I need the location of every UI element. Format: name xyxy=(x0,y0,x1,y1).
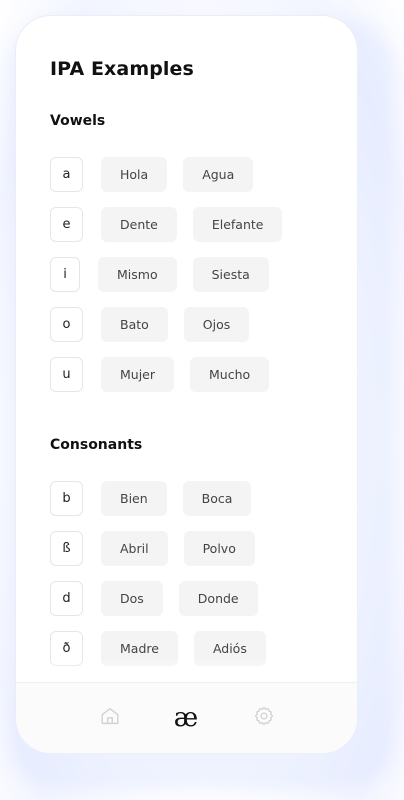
ipa-row-e: e Dente Elefante xyxy=(50,206,283,242)
example-word-chip[interactable]: Mismo xyxy=(98,256,177,292)
ipa-row-beta: ß Abril Polvo xyxy=(50,530,255,566)
tab-home[interactable] xyxy=(93,701,127,735)
example-word-chip[interactable]: Adiós xyxy=(193,630,266,666)
ipa-row-d: d Dos Donde xyxy=(50,580,258,616)
ipa-row-o: o Bato Ojos xyxy=(50,306,250,342)
example-word-chip[interactable]: Madre xyxy=(101,630,178,666)
ae-icon: æ xyxy=(173,703,199,733)
example-word-chip[interactable]: Agua xyxy=(183,156,254,192)
ipa-symbol[interactable]: d xyxy=(50,580,83,616)
ipa-symbol[interactable]: o xyxy=(50,306,83,342)
ipa-symbol[interactable]: e xyxy=(50,206,83,242)
section-title-consonants: Consonants xyxy=(50,437,143,453)
page-title: IPA Examples xyxy=(50,58,194,80)
ipa-symbol[interactable]: ß xyxy=(50,530,83,566)
ipa-row-u: u Mujer Mucho xyxy=(50,356,270,392)
ipa-row-b: b Bien Boca xyxy=(50,480,252,516)
example-word-chip[interactable]: Siesta xyxy=(192,256,269,292)
tab-ipa[interactable]: æ xyxy=(169,701,203,735)
section-title-vowels: Vowels xyxy=(50,113,106,129)
ipa-symbol[interactable]: u xyxy=(50,356,83,392)
home-icon xyxy=(99,705,121,731)
ipa-row-a: a Hola Agua xyxy=(50,156,254,192)
tab-settings[interactable] xyxy=(247,701,281,735)
ipa-symbol[interactable]: i xyxy=(50,256,80,292)
example-word-chip[interactable]: Mucho xyxy=(190,356,270,392)
example-word-chip[interactable]: Dos xyxy=(101,580,163,616)
example-word-chip[interactable]: Abril xyxy=(101,530,168,566)
example-word-chip[interactable]: Polvo xyxy=(183,530,255,566)
ipa-symbol[interactable]: ð xyxy=(50,630,83,666)
example-word-chip[interactable]: Hola xyxy=(101,156,168,192)
ipa-symbol[interactable]: b xyxy=(50,480,83,516)
example-word-chip[interactable]: Boca xyxy=(182,480,252,516)
phone-frame: IPA Examples Vowels a Hola Agua e Dente … xyxy=(15,15,358,754)
example-word-chip[interactable]: Ojos xyxy=(183,306,250,342)
example-word-chip[interactable]: Bien xyxy=(101,480,167,516)
ipa-symbol[interactable]: a xyxy=(50,156,83,192)
ipa-row-i: i Mismo Siesta xyxy=(50,256,269,292)
ipa-row-eth: ð Madre Adiós xyxy=(50,630,266,666)
example-word-chip[interactable]: Elefante xyxy=(192,206,283,242)
bottom-tab-bar: æ xyxy=(16,682,357,753)
example-word-chip[interactable]: Dente xyxy=(101,206,177,242)
example-word-chip[interactable]: Donde xyxy=(178,580,258,616)
settings-icon xyxy=(253,705,275,731)
example-word-chip[interactable]: Mujer xyxy=(101,356,175,392)
screen: IPA Examples Vowels a Hola Agua e Dente … xyxy=(0,0,404,800)
example-word-chip[interactable]: Bato xyxy=(101,306,168,342)
